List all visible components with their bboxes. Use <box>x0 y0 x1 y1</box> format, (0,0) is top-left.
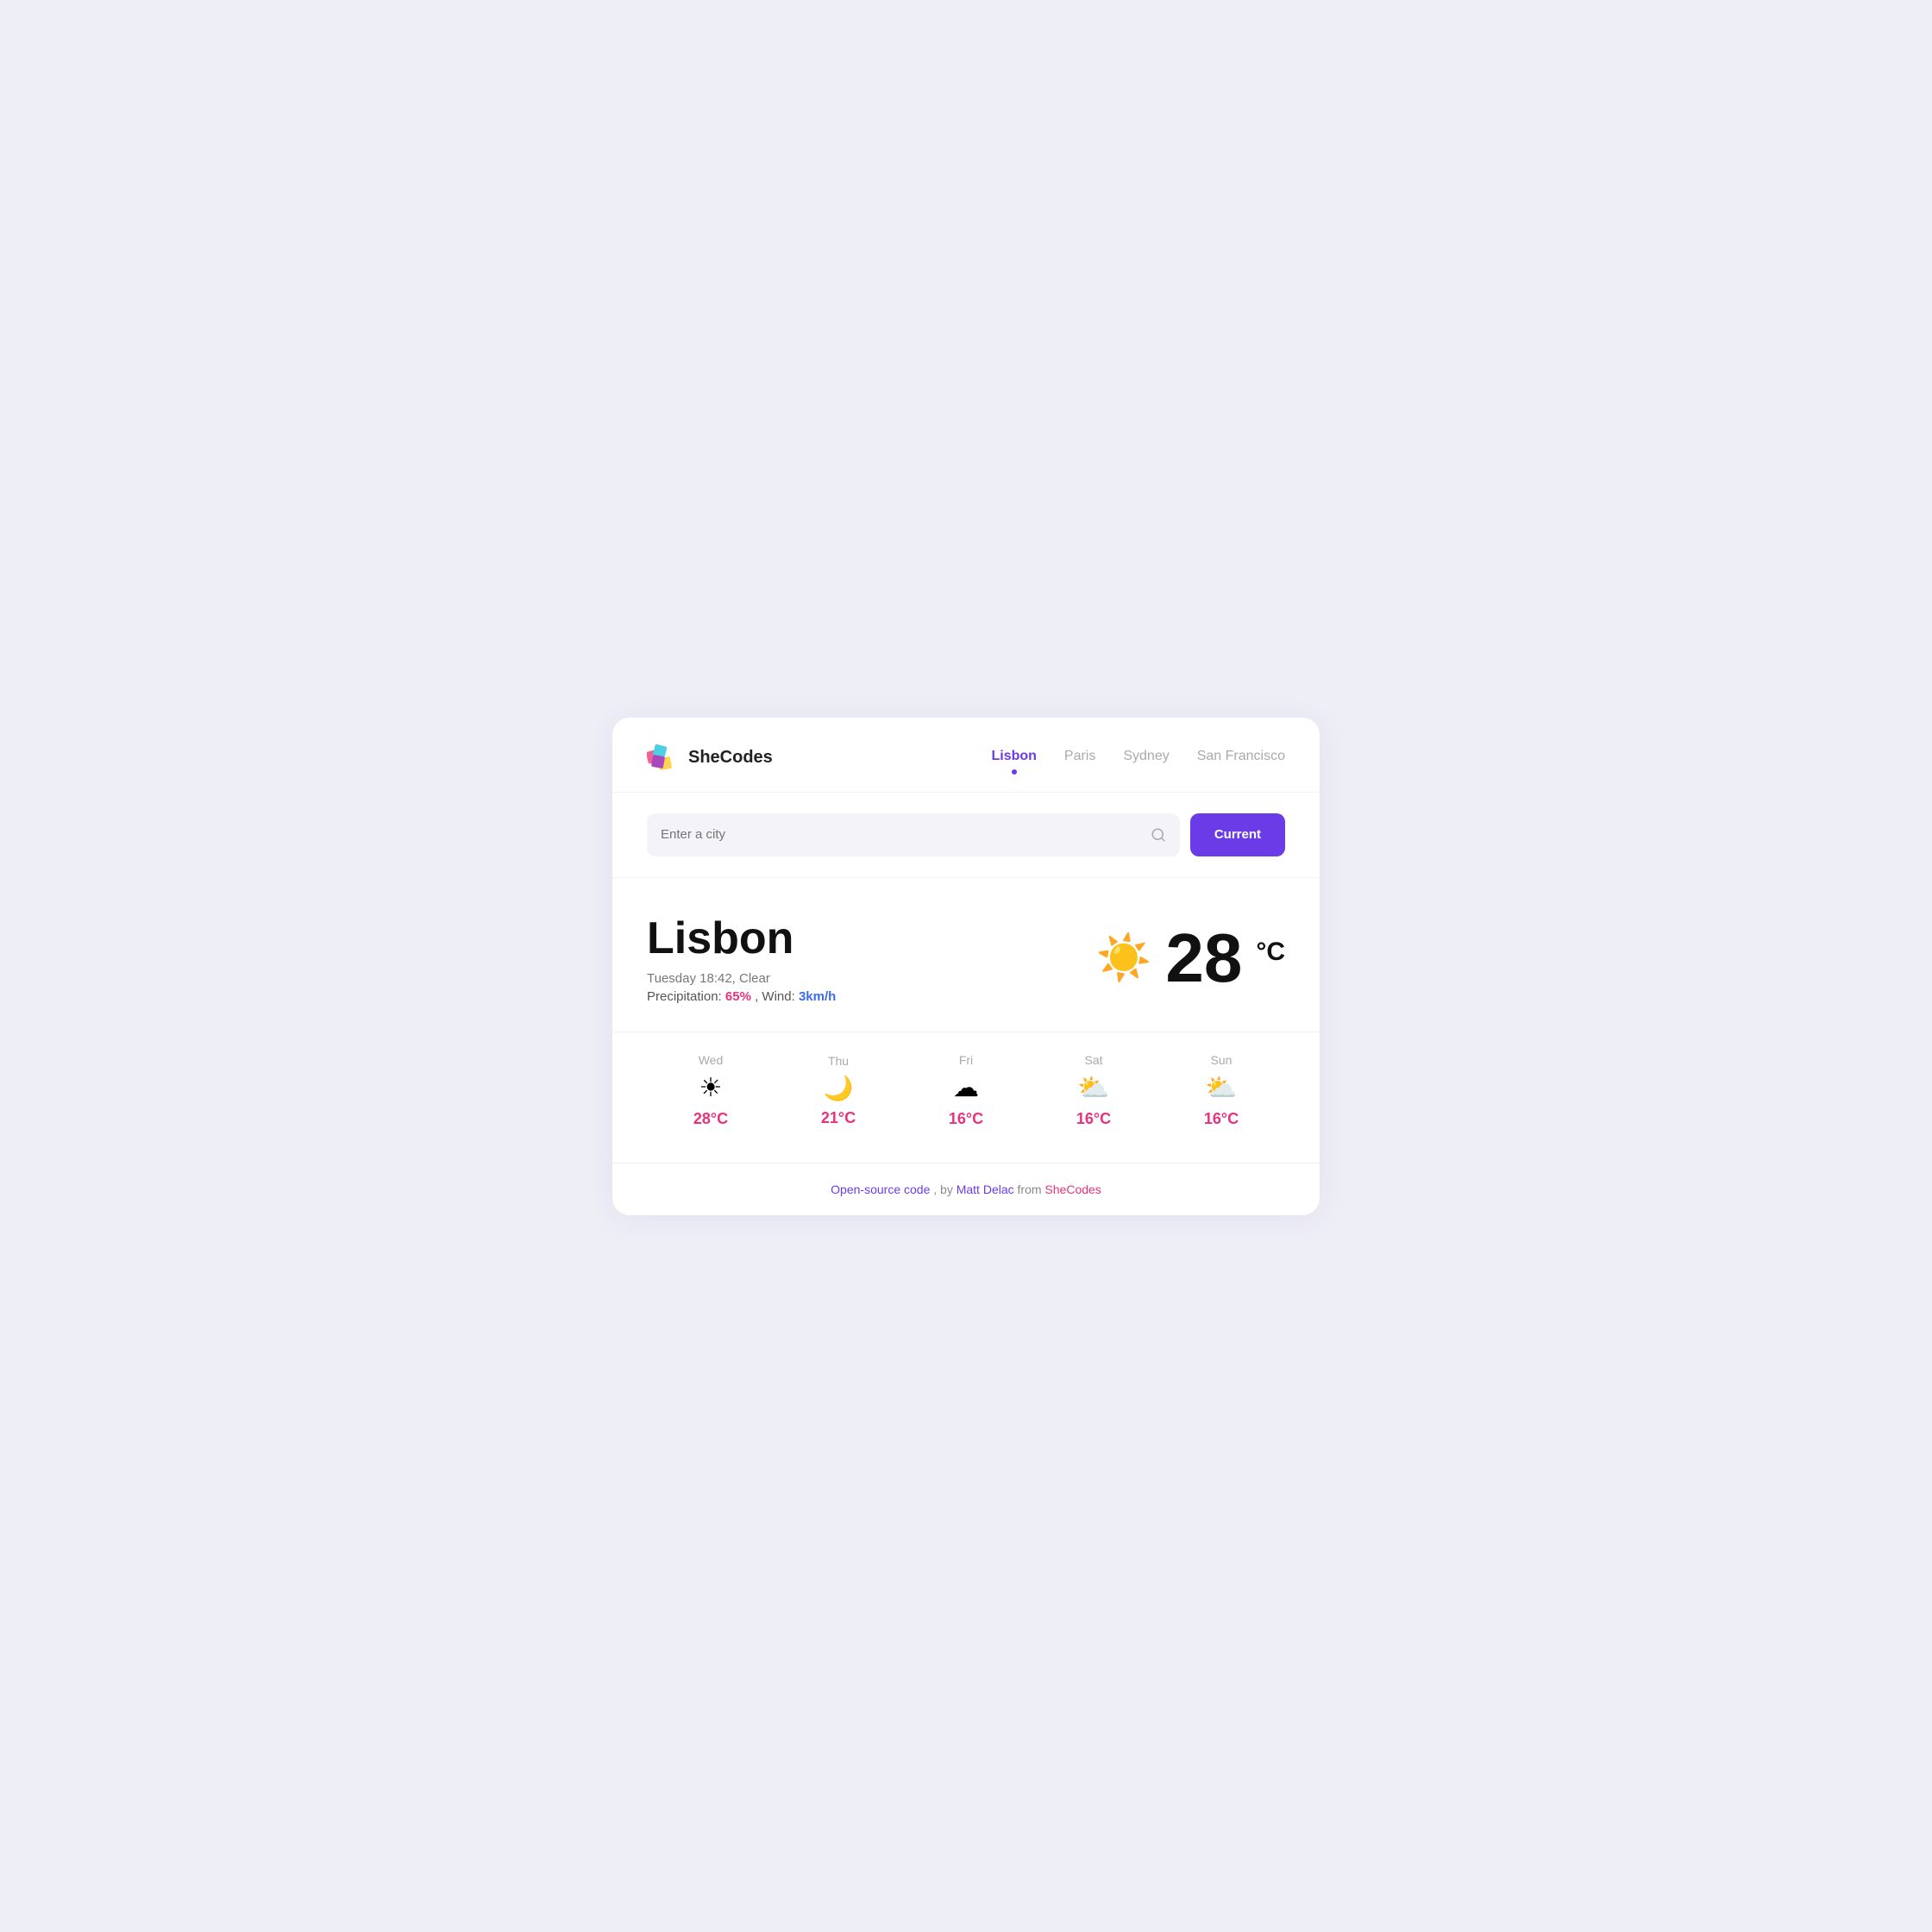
wind-label: , Wind: <box>755 989 799 1004</box>
forecast-temp-thu: 21°C <box>821 1109 856 1127</box>
temperature-value: 28 <box>1165 924 1242 993</box>
logo-text: SheCodes <box>688 748 773 768</box>
nav-item-paris[interactable]: Paris <box>1064 749 1095 768</box>
logo-icon <box>647 742 680 775</box>
forecast-icon-thu: 🌙 <box>824 1076 854 1101</box>
temperature-unit: °C <box>1256 938 1285 967</box>
nav: Lisbon Paris Sydney San Francisco <box>991 749 1285 768</box>
forecast-label-sun: Sun <box>1211 1053 1233 1067</box>
author-link[interactable]: Matt Delac <box>957 1182 1014 1196</box>
weather-info: Lisbon Tuesday 18:42, Clear Precipitatio… <box>647 913 836 1004</box>
weather-card: SheCodes Lisbon Paris Sydney San Francis… <box>612 718 1320 1215</box>
current-button[interactable]: Current <box>1190 813 1285 856</box>
forecast-label-sat: Sat <box>1084 1053 1102 1067</box>
temperature-block: ☀️ 28 °C <box>1096 924 1285 993</box>
nav-item-san-francisco[interactable]: San Francisco <box>1197 749 1285 768</box>
forecast-row: Wed ☀ 28°C Thu 🌙 21°C Fri ☁ 16°C Sat ⛅ 1… <box>612 1032 1320 1163</box>
search-row: Current <box>612 793 1320 878</box>
forecast-day-fri: Fri ☁ 16°C <box>949 1053 983 1128</box>
brand-link[interactable]: SheCodes <box>1044 1182 1101 1196</box>
header: SheCodes Lisbon Paris Sydney San Francis… <box>612 718 1320 793</box>
forecast-temp-sun: 16°C <box>1204 1110 1239 1128</box>
forecast-icon-sat: ⛅ <box>1077 1076 1109 1101</box>
forecast-icon-fri: ☁ <box>953 1076 979 1101</box>
search-wrap <box>647 813 1180 856</box>
logo: SheCodes <box>647 742 773 775</box>
city-name: Lisbon <box>647 913 836 964</box>
forecast-label-wed: Wed <box>699 1053 724 1067</box>
footer-by: , by <box>933 1182 956 1196</box>
forecast-day-wed: Wed ☀ 28°C <box>693 1053 728 1128</box>
wind-value: 3km/h <box>799 989 836 1004</box>
forecast-day-thu: Thu 🌙 21°C <box>821 1054 856 1127</box>
weather-main: Lisbon Tuesday 18:42, Clear Precipitatio… <box>612 878 1320 1032</box>
search-icon <box>1151 827 1166 843</box>
forecast-icon-sun: ⛅ <box>1205 1076 1237 1101</box>
precipitation-label: Precipitation: <box>647 989 722 1004</box>
precipitation-value: 65% <box>725 989 751 1004</box>
weather-stats: Precipitation: 65% , Wind: 3km/h <box>647 989 836 1004</box>
search-input[interactable] <box>661 827 1151 842</box>
main-weather-icon: ☀️ <box>1096 936 1152 981</box>
footer-from: from <box>1018 1182 1045 1196</box>
opensource-link[interactable]: Open-source code <box>831 1182 930 1196</box>
forecast-day-sun: Sun ⛅ 16°C <box>1204 1053 1239 1128</box>
nav-item-sydney[interactable]: Sydney <box>1123 749 1169 768</box>
footer: Open-source code , by Matt Delac from Sh… <box>612 1163 1320 1215</box>
forecast-icon-wed: ☀ <box>699 1076 723 1101</box>
nav-item-lisbon[interactable]: Lisbon <box>991 749 1036 768</box>
forecast-label-fri: Fri <box>959 1053 973 1067</box>
forecast-label-thu: Thu <box>828 1054 849 1068</box>
forecast-day-sat: Sat ⛅ 16°C <box>1076 1053 1111 1128</box>
forecast-temp-wed: 28°C <box>693 1110 728 1128</box>
forecast-temp-sat: 16°C <box>1076 1110 1111 1128</box>
forecast-temp-fri: 16°C <box>949 1110 983 1128</box>
weather-description: Tuesday 18:42, Clear <box>647 971 836 986</box>
